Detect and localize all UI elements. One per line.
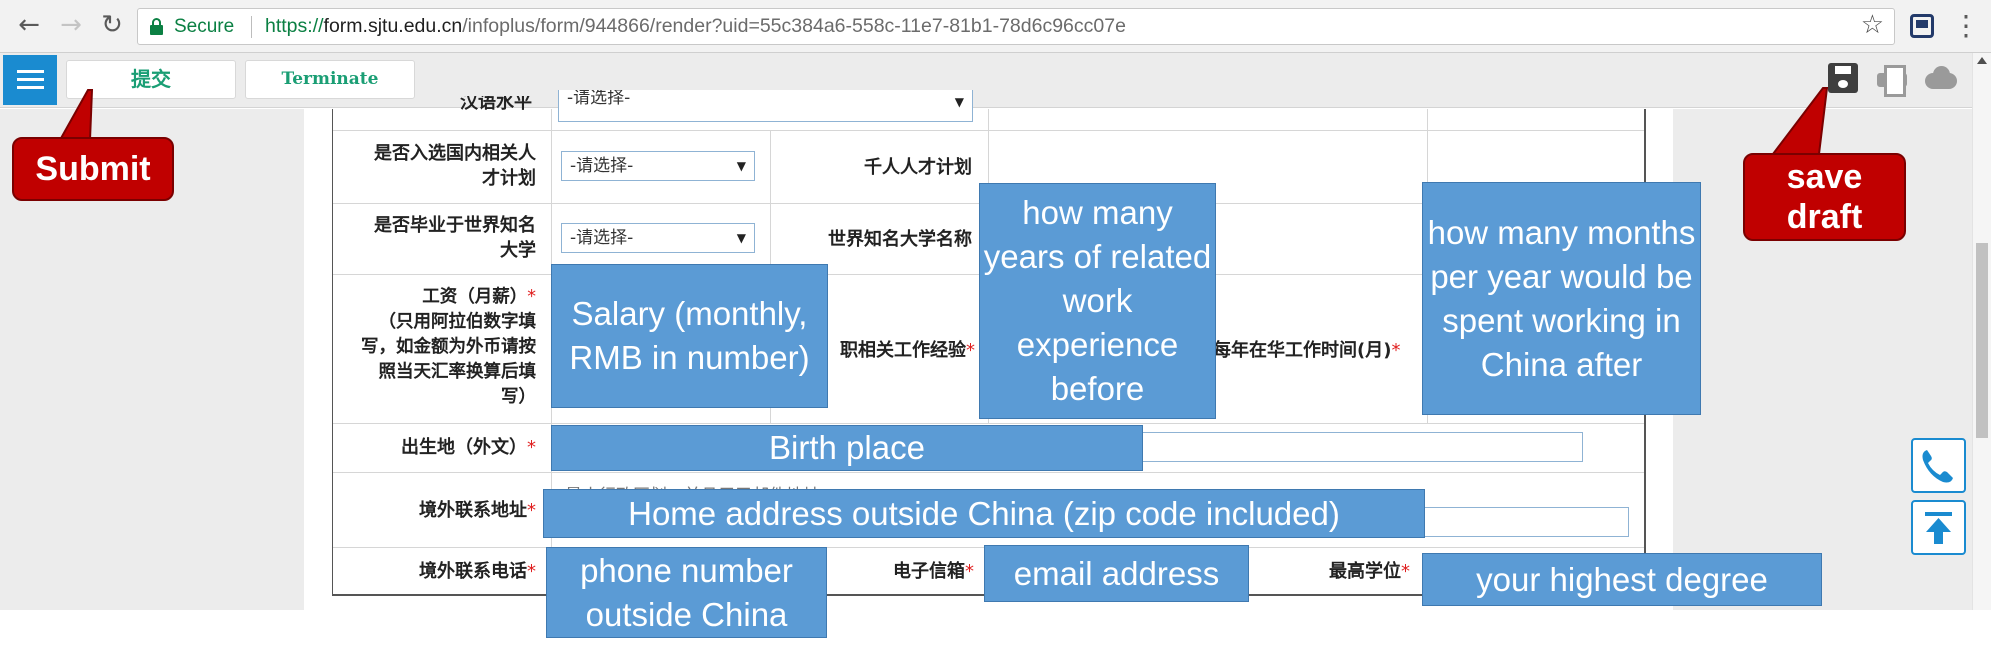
required-mark: *: [527, 437, 536, 458]
famous-university-label-line1: 是否毕业于世界知名: [374, 215, 536, 236]
famous-university-label: 是否毕业于世界知名 大学: [336, 213, 536, 263]
phone-label: 境外联系电话*: [336, 559, 536, 584]
secure-label: Secure: [174, 16, 235, 37]
phone-note: phone number outside China: [546, 547, 827, 638]
salary-label-line5: 写）: [501, 387, 536, 407]
url-scheme: https://: [265, 15, 324, 37]
famous-university-label-line2: 大学: [500, 240, 536, 261]
url-separator: [251, 16, 252, 38]
degree-label-text: 最高学位: [1329, 561, 1401, 582]
row-divider: [333, 423, 1644, 424]
submit-callout-tail: [58, 89, 94, 141]
scroll-up-arrow-icon[interactable]: [1977, 57, 1987, 64]
required-mark: *: [1391, 340, 1401, 361]
salary-note: Salary (monthly, RMB in number): [551, 264, 828, 408]
talent-program-label: 是否入选国内相关人 才计划: [336, 141, 536, 191]
back-to-top-icon[interactable]: [1911, 500, 1966, 555]
birthplace-note: Birth place: [551, 425, 1143, 471]
required-mark: *: [1401, 561, 1410, 582]
famous-university-select[interactable]: -请选择- ▼: [561, 223, 755, 253]
thousand-talents-label: 千人人才计划: [864, 157, 972, 178]
star-icon[interactable]: ☆: [1861, 10, 1884, 40]
salary-label-line1-text: 工资（月薪）: [422, 287, 528, 307]
required-mark: *: [527, 561, 536, 582]
talent-program-label-line1: 是否入选国内相关人: [374, 143, 536, 164]
kebab-menu-icon[interactable]: ⋮: [1952, 9, 1980, 42]
degree-note: your highest degree: [1422, 553, 1822, 606]
bottom-margin: [0, 610, 1991, 659]
talent-program-label-line2: 才计划: [482, 168, 536, 189]
reload-icon[interactable]: ↻: [97, 10, 127, 40]
birthplace-label-text: 出生地（外文）: [401, 437, 527, 458]
chinese-level-label: 汉语水平: [460, 96, 532, 112]
address-label: 境外联系地址*: [336, 498, 536, 523]
chinese-level-select[interactable]: -请选择- ▼: [558, 90, 973, 122]
months-in-china-label: 每年在华工作时间(月)*: [1213, 338, 1418, 363]
salary-label: 工资（月薪）* （只用阿拉伯数字填 写，如金额为外币请按 照当天汇率换算后填 写…: [336, 285, 536, 410]
url-host: form.sjtu.edu.cn: [323, 15, 463, 37]
save-callout-tail: [1770, 87, 1829, 155]
phone-label-text: 境外联系电话: [419, 561, 527, 582]
work-experience-label-text: 职相关工作经验: [840, 340, 966, 361]
back-arrow-icon[interactable]: ←: [14, 10, 44, 40]
famous-university-select-value: -请选择-: [570, 228, 634, 248]
cloud-download-icon[interactable]: [1925, 63, 1957, 93]
print-icon[interactable]: [1877, 63, 1907, 97]
talent-program-select[interactable]: -请选择- ▼: [561, 151, 755, 181]
screenshot-root: ← → ↻ Secure https://form.sjtu.edu.cn/in…: [0, 0, 1991, 659]
email-note: email address: [984, 545, 1249, 602]
address-label-text: 境外联系地址: [419, 500, 527, 521]
row-divider: [333, 472, 1644, 473]
phone-icon[interactable]: [1911, 438, 1966, 493]
lock-icon: [150, 18, 163, 35]
address-bar[interactable]: Secure https://form.sjtu.edu.cn/infoplus…: [137, 8, 1895, 45]
degree-label: 最高学位*: [1250, 559, 1410, 584]
salary-label-line3: 写，如金额为外币请按: [361, 337, 536, 357]
required-mark: *: [527, 500, 536, 521]
salary-label-line2: （只用阿拉伯数字填: [378, 312, 537, 332]
address-note: Home address outside China (zip code inc…: [543, 489, 1425, 538]
page-scrollbar[interactable]: [1972, 53, 1991, 610]
required-mark: *: [965, 561, 974, 582]
experience-note: how many years of related work experienc…: [979, 183, 1216, 419]
salary-label-line1: 工资（月薪）*: [336, 285, 536, 310]
extension-icon[interactable]: [1910, 14, 1934, 38]
url-text[interactable]: https://form.sjtu.edu.cn/infoplus/form/9…: [265, 15, 1126, 38]
submit-callout: Submit: [12, 137, 174, 201]
famous-university-name-label: 世界知名大学名称: [828, 229, 972, 250]
months-in-china-note: how many months per year would be spent …: [1422, 182, 1701, 415]
months-in-china-label-text: 每年在华工作时间(月): [1213, 340, 1392, 361]
chinese-level-select-value: -请选择-: [567, 90, 631, 108]
required-mark: *: [527, 287, 536, 307]
forward-arrow-icon[interactable]: →: [56, 10, 86, 40]
email-label-text: 电子信箱: [893, 561, 965, 582]
birthplace-label: 出生地（外文）*: [336, 435, 536, 460]
talent-program-select-value: -请选择-: [570, 156, 634, 176]
url-path: /infoplus/form/944866/render?uid=55c384a…: [462, 15, 1126, 37]
save-draft-callout: save draft: [1743, 153, 1906, 241]
scroll-thumb[interactable]: [1976, 243, 1988, 438]
terminate-button[interactable]: Terminate: [245, 60, 415, 99]
required-mark: *: [966, 340, 975, 361]
browser-chrome: ← → ↻ Secure https://form.sjtu.edu.cn/in…: [0, 0, 1991, 53]
salary-label-line4: 照当天汇率换算后填: [378, 362, 537, 382]
form-toolbar: 提交 Terminate: [0, 53, 1991, 108]
